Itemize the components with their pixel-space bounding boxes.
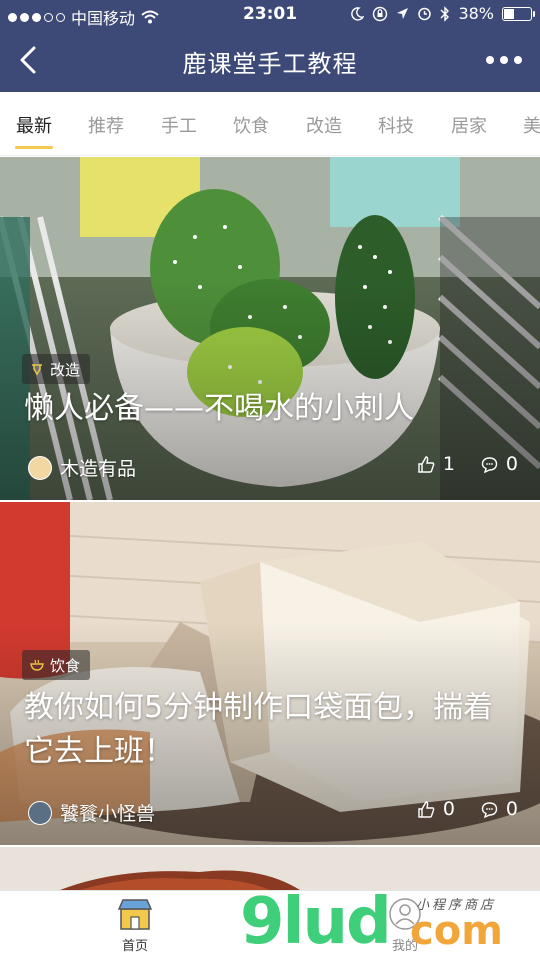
card-stats: 0 0: [418, 798, 518, 820]
author[interactable]: 木造有品: [28, 454, 136, 481]
more-dot: [486, 56, 494, 64]
like-count: 0: [442, 798, 455, 820]
avatar: [28, 455, 52, 480]
battery-icon: [502, 6, 535, 21]
page-title: 鹿课堂手工教程: [182, 50, 358, 78]
author-name: 饕餮小怪兽: [60, 803, 156, 825]
shop-icon: [117, 899, 153, 930]
category-label: 改造: [50, 360, 81, 379]
more-dot: [500, 56, 508, 64]
author-name: 木造有品: [60, 458, 137, 480]
comment-stat[interactable]: 0: [481, 453, 518, 475]
like-stat[interactable]: 1: [418, 453, 455, 475]
tab-bar-mine[interactable]: 我的: [375, 897, 435, 954]
category-label: 饮食: [50, 656, 81, 675]
wrench-icon: [32, 364, 42, 376]
active-tab-indicator: [15, 146, 53, 149]
tab-bar-home-label: 首页: [121, 939, 148, 954]
card-stats: 1 0: [418, 453, 518, 475]
more-dot: [514, 56, 522, 64]
nav-bar: 鹿课堂手工教程: [0, 30, 540, 92]
tab-recommended[interactable]: 推荐: [88, 112, 124, 138]
comment-stat[interactable]: 0: [481, 798, 518, 820]
battery-fill: [504, 8, 514, 19]
battery-percent: 38%: [458, 4, 494, 23]
article-card[interactable]: 改造 懒人必备——不喝水的小刺人 木造有品 1 0: [0, 157, 540, 500]
user-icon: [389, 898, 421, 930]
card-image-partial: [0, 847, 540, 890]
tab-latest[interactable]: 最新: [16, 112, 52, 138]
tab-food[interactable]: 饮食: [233, 112, 269, 138]
moon-icon: [351, 6, 365, 21]
lock-rotation-icon: [373, 6, 388, 21]
article-card[interactable]: [0, 847, 540, 890]
tab-renovation[interactable]: 改造: [306, 112, 342, 138]
comment-count: 0: [505, 453, 518, 475]
category-badge[interactable]: 饮食: [22, 650, 91, 680]
bowl-icon: [30, 659, 44, 671]
status-right: 38%: [350, 4, 535, 23]
bottom-tab-bar: 首页 我的: [0, 890, 540, 960]
tab-bar-home[interactable]: 首页: [105, 897, 165, 954]
status-bar: 中国移动 23:01 38%: [0, 0, 540, 30]
article-card[interactable]: 饮食 教你如何5分钟制作口袋面包，揣着它去上班！ 饕餮小怪兽 0 0: [0, 502, 540, 845]
author[interactable]: 饕餮小怪兽: [28, 799, 155, 826]
thumbs-up-icon: [418, 800, 435, 818]
tab-handcraft[interactable]: 手工: [161, 112, 197, 138]
card-title[interactable]: 教你如何5分钟制作口袋面包，揣着它去上班！: [24, 686, 516, 774]
comment-count: 0: [505, 798, 518, 820]
bluetooth-icon: [440, 5, 450, 22]
tab-bar-mine-label: 我的: [391, 939, 418, 954]
alarm-icon: [418, 7, 432, 21]
card-shade: [0, 157, 540, 500]
tab-tech[interactable]: 科技: [378, 112, 414, 138]
card-title[interactable]: 懒人必备——不喝水的小刺人: [24, 387, 516, 431]
tab-home[interactable]: 居家: [451, 112, 487, 138]
category-badge[interactable]: 改造: [22, 354, 91, 384]
avatar: [28, 800, 52, 825]
comment-icon: [481, 456, 498, 473]
comment-icon: [481, 801, 498, 818]
more-button[interactable]: [486, 48, 522, 72]
like-count: 1: [442, 453, 455, 475]
tab-beauty[interactable]: 美: [523, 112, 540, 138]
location-icon: [397, 8, 409, 19]
category-tabs: 最新 推荐 手工 饮食 改造 科技 居家 美: [0, 92, 540, 156]
thumbs-up-icon: [418, 455, 435, 473]
like-stat[interactable]: 0: [418, 798, 455, 820]
